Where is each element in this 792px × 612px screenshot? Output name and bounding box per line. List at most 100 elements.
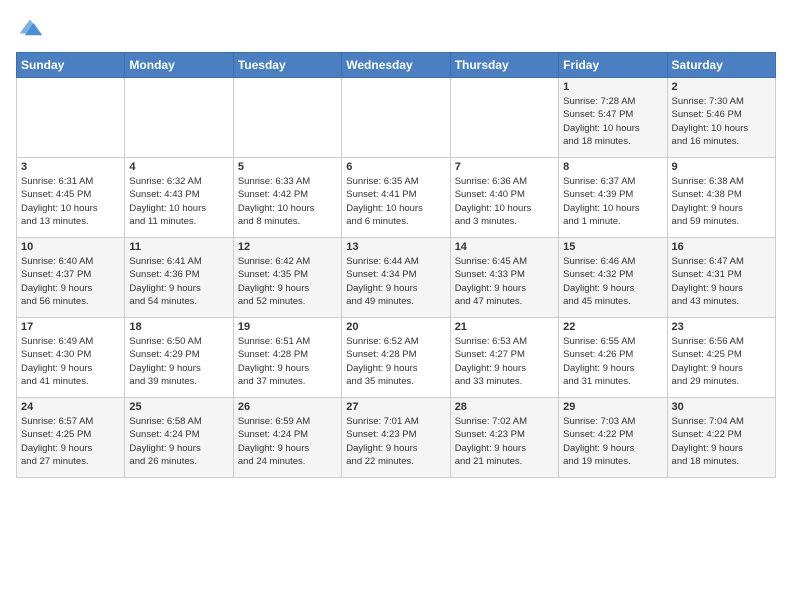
- day-number: 29: [563, 401, 662, 413]
- day-info: Sunrise: 6:45 AM Sunset: 4:33 PM Dayligh…: [455, 255, 554, 308]
- calendar-table: SundayMondayTuesdayWednesdayThursdayFrid…: [16, 52, 776, 478]
- header-saturday: Saturday: [667, 53, 775, 78]
- header-sunday: Sunday: [17, 53, 125, 78]
- day-info: Sunrise: 6:32 AM Sunset: 4:43 PM Dayligh…: [129, 175, 228, 228]
- day-number: 25: [129, 401, 228, 413]
- week-row-2: 10 Sunrise: 6:40 AM Sunset: 4:37 PM Dayli…: [17, 238, 776, 318]
- day-info: Sunrise: 6:44 AM Sunset: 4:34 PM Dayligh…: [346, 255, 445, 308]
- day-number: 17: [21, 321, 120, 333]
- day-number: 1: [563, 81, 662, 93]
- day-info: Sunrise: 6:40 AM Sunset: 4:37 PM Dayligh…: [21, 255, 120, 308]
- calendar-cell: 20Sunrise: 6:52 AM Sunset: 4:28 PM Dayli…: [342, 318, 450, 398]
- day-info: Sunrise: 6:33 AM Sunset: 4:42 PM Dayligh…: [238, 175, 337, 228]
- day-number: 18: [129, 321, 228, 333]
- day-number: 30: [672, 401, 771, 413]
- day-info: Sunrise: 7:03 AM Sunset: 4:22 PM Dayligh…: [563, 415, 662, 468]
- day-info: Sunrise: 6:42 AM Sunset: 4:35 PM Dayligh…: [238, 255, 337, 308]
- header: [16, 16, 776, 44]
- week-row-3: 17 Sunrise: 6:49 AM Sunset: 4:30 PM Dayli…: [17, 318, 776, 398]
- day-info: Sunrise: 7:30 AM Sunset: 5:46 PM Dayligh…: [672, 95, 771, 148]
- calendar-cell: 26 Sunrise: 6:59 AM Sunset: 4:24 PM Dayli…: [233, 398, 341, 478]
- day-info: Sunrise: 6:41 AM Sunset: 4:36 PM Dayligh…: [129, 255, 228, 308]
- day-number: 16: [672, 241, 771, 253]
- day-number: 7: [455, 161, 554, 173]
- day-number: 4: [129, 161, 228, 173]
- day-info: Sunrise: 6:57 AM Sunset: 4:25 PM Dayligh…: [21, 415, 120, 468]
- day-number: 21: [455, 321, 554, 333]
- calendar-cell: 14 Sunrise: 6:45 AM Sunset: 4:33 PM Dayli…: [450, 238, 558, 318]
- day-number: 26: [238, 401, 337, 413]
- header-tuesday: Tuesday: [233, 53, 341, 78]
- day-info: Sunrise: 6:31 AM Sunset: 4:45 PM Dayligh…: [21, 175, 120, 228]
- day-info: Sunrise: 6:55 AM Sunset: 4:26 PM Dayligh…: [563, 335, 662, 388]
- calendar-cell: 28Sunrise: 7:02 AM Sunset: 4:23 PM Dayli…: [450, 398, 558, 478]
- day-number: 27: [346, 401, 445, 413]
- calendar-cell: [125, 78, 233, 158]
- day-number: 10: [21, 241, 120, 253]
- calendar-cell: 3Sunrise: 6:31 AM Sunset: 4:45 PM Daylig…: [17, 158, 125, 238]
- calendar-cell: 17 Sunrise: 6:49 AM Sunset: 4:30 PM Dayli…: [17, 318, 125, 398]
- day-number: 19: [238, 321, 337, 333]
- day-info: Sunrise: 6:38 AM Sunset: 4:38 PM Dayligh…: [672, 175, 771, 228]
- day-info: Sunrise: 6:53 AM Sunset: 4:27 PM Dayligh…: [455, 335, 554, 388]
- calendar-cell: 2 Sunrise: 7:30 AM Sunset: 5:46 PM Daylig…: [667, 78, 775, 158]
- calendar-cell: [17, 78, 125, 158]
- day-info: Sunrise: 6:35 AM Sunset: 4:41 PM Dayligh…: [346, 175, 445, 228]
- day-info: Sunrise: 7:04 AM Sunset: 4:22 PM Dayligh…: [672, 415, 771, 468]
- calendar-cell: 30 Sunrise: 7:04 AM Sunset: 4:22 PM Dayli…: [667, 398, 775, 478]
- calendar-header: SundayMondayTuesdayWednesdayThursdayFrid…: [17, 53, 776, 78]
- calendar-cell: 25Sunrise: 6:58 AM Sunset: 4:24 PM Dayli…: [125, 398, 233, 478]
- calendar-cell: 4 Sunrise: 6:32 AM Sunset: 4:43 PM Daylig…: [125, 158, 233, 238]
- day-number: 8: [563, 161, 662, 173]
- logo-icon: [16, 16, 44, 44]
- calendar-cell: 22 Sunrise: 6:55 AM Sunset: 4:26 PM Dayli…: [559, 318, 667, 398]
- calendar-cell: [342, 78, 450, 158]
- logo: [16, 16, 48, 44]
- week-row-0: 1 Sunrise: 7:28 AM Sunset: 5:47 PM Daylig…: [17, 78, 776, 158]
- calendar-cell: 9Sunrise: 6:38 AM Sunset: 4:38 PM Daylig…: [667, 158, 775, 238]
- day-info: Sunrise: 6:56 AM Sunset: 4:25 PM Dayligh…: [672, 335, 771, 388]
- week-row-4: 24 Sunrise: 6:57 AM Sunset: 4:25 PM Dayli…: [17, 398, 776, 478]
- day-info: Sunrise: 6:59 AM Sunset: 4:24 PM Dayligh…: [238, 415, 337, 468]
- calendar-cell: 23 Sunrise: 6:56 AM Sunset: 4:25 PM Dayli…: [667, 318, 775, 398]
- day-number: 24: [21, 401, 120, 413]
- week-row-1: 3Sunrise: 6:31 AM Sunset: 4:45 PM Daylig…: [17, 158, 776, 238]
- day-info: Sunrise: 6:46 AM Sunset: 4:32 PM Dayligh…: [563, 255, 662, 308]
- calendar-cell: 7 Sunrise: 6:36 AM Sunset: 4:40 PM Daylig…: [450, 158, 558, 238]
- calendar-cell: 16Sunrise: 6:47 AM Sunset: 4:31 PM Dayli…: [667, 238, 775, 318]
- day-info: Sunrise: 6:49 AM Sunset: 4:30 PM Dayligh…: [21, 335, 120, 388]
- day-number: 12: [238, 241, 337, 253]
- calendar-cell: 12 Sunrise: 6:42 AM Sunset: 4:35 PM Dayli…: [233, 238, 341, 318]
- calendar-cell: 5 Sunrise: 6:33 AM Sunset: 4:42 PM Daylig…: [233, 158, 341, 238]
- calendar-cell: [450, 78, 558, 158]
- day-number: 20: [346, 321, 445, 333]
- calendar-cell: 21 Sunrise: 6:53 AM Sunset: 4:27 PM Dayli…: [450, 318, 558, 398]
- day-info: Sunrise: 6:51 AM Sunset: 4:28 PM Dayligh…: [238, 335, 337, 388]
- day-number: 22: [563, 321, 662, 333]
- calendar-cell: [233, 78, 341, 158]
- header-thursday: Thursday: [450, 53, 558, 78]
- calendar-cell: 10 Sunrise: 6:40 AM Sunset: 4:37 PM Dayli…: [17, 238, 125, 318]
- day-info: Sunrise: 7:28 AM Sunset: 5:47 PM Dayligh…: [563, 95, 662, 148]
- calendar-cell: 13 Sunrise: 6:44 AM Sunset: 4:34 PM Dayli…: [342, 238, 450, 318]
- day-number: 14: [455, 241, 554, 253]
- calendar-cell: 11Sunrise: 6:41 AM Sunset: 4:36 PM Dayli…: [125, 238, 233, 318]
- day-number: 23: [672, 321, 771, 333]
- day-info: Sunrise: 6:36 AM Sunset: 4:40 PM Dayligh…: [455, 175, 554, 228]
- day-number: 2: [672, 81, 771, 93]
- calendar-cell: 19 Sunrise: 6:51 AM Sunset: 4:28 PM Dayli…: [233, 318, 341, 398]
- calendar-cell: 8 Sunrise: 6:37 AM Sunset: 4:39 PM Daylig…: [559, 158, 667, 238]
- calendar-cell: 18Sunrise: 6:50 AM Sunset: 4:29 PM Dayli…: [125, 318, 233, 398]
- day-number: 5: [238, 161, 337, 173]
- calendar-cell: 15 Sunrise: 6:46 AM Sunset: 4:32 PM Dayli…: [559, 238, 667, 318]
- day-number: 6: [346, 161, 445, 173]
- header-friday: Friday: [559, 53, 667, 78]
- day-info: Sunrise: 6:37 AM Sunset: 4:39 PM Dayligh…: [563, 175, 662, 228]
- calendar-cell: 27Sunrise: 7:01 AM Sunset: 4:23 PM Dayli…: [342, 398, 450, 478]
- day-number: 13: [346, 241, 445, 253]
- header-wednesday: Wednesday: [342, 53, 450, 78]
- day-number: 15: [563, 241, 662, 253]
- header-row: SundayMondayTuesdayWednesdayThursdayFrid…: [17, 53, 776, 78]
- calendar-cell: 24 Sunrise: 6:57 AM Sunset: 4:25 PM Dayli…: [17, 398, 125, 478]
- day-number: 28: [455, 401, 554, 413]
